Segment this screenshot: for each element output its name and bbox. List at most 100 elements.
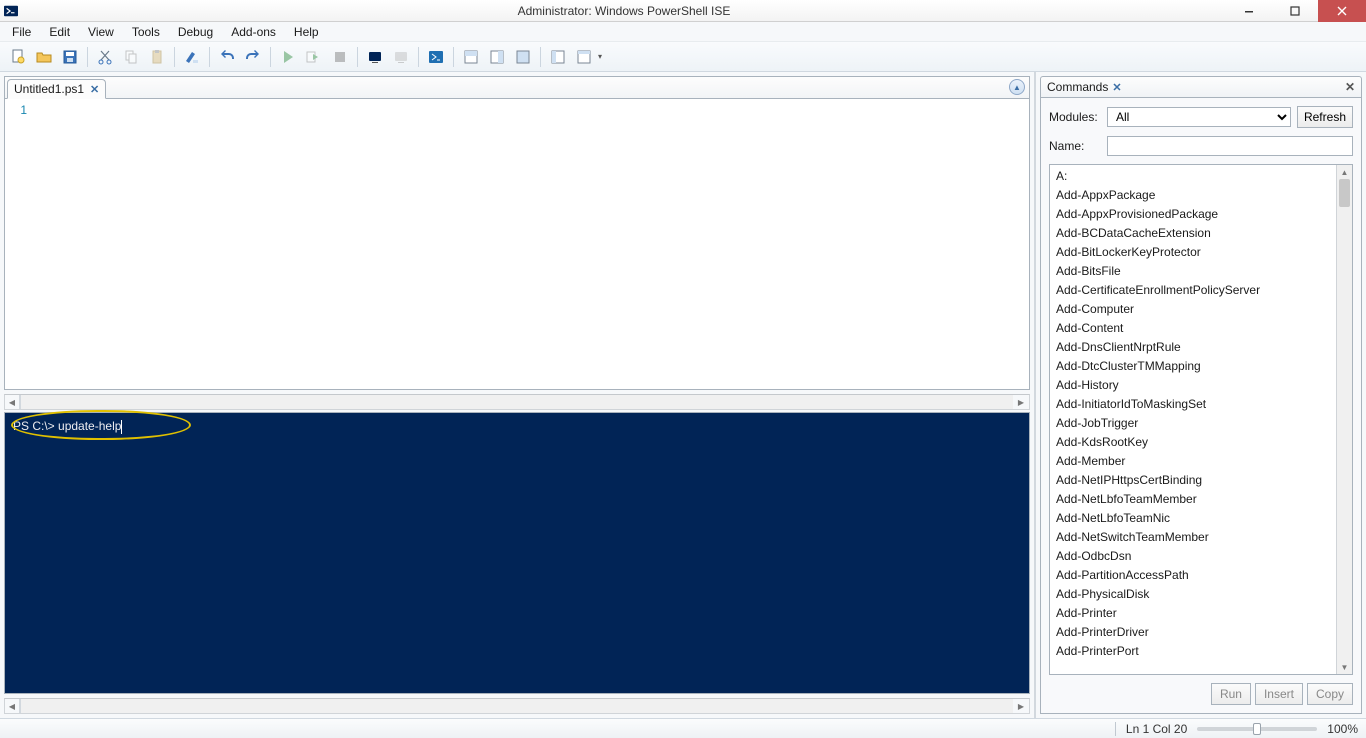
scroll-left-arrow[interactable]: ◀ bbox=[5, 699, 21, 713]
horizontal-scrollbar[interactable]: ◀ ▶ bbox=[4, 394, 1030, 410]
scrollbar-thumb[interactable] bbox=[1339, 179, 1350, 207]
name-row: Name: bbox=[1049, 136, 1353, 156]
menu-addons[interactable]: Add-ons bbox=[223, 23, 284, 41]
command-item[interactable]: Add-PhysicalDisk bbox=[1050, 585, 1336, 604]
powershell-tab-button[interactable] bbox=[424, 45, 448, 69]
show-command-addon-button[interactable] bbox=[546, 45, 570, 69]
app-icon bbox=[0, 0, 22, 22]
console-input[interactable]: update-help bbox=[58, 419, 121, 433]
run-script-button[interactable] bbox=[276, 45, 300, 69]
toolbar-separator bbox=[418, 47, 419, 67]
command-item[interactable]: Add-BitsFile bbox=[1050, 262, 1336, 281]
undo-button[interactable] bbox=[215, 45, 239, 69]
command-item[interactable]: Add-BitLockerKeyProtector bbox=[1050, 243, 1336, 262]
command-item[interactable]: Add-History bbox=[1050, 376, 1336, 395]
start-remote-button[interactable] bbox=[389, 45, 413, 69]
collapse-editor-button[interactable]: ▲ bbox=[1009, 79, 1025, 95]
zoom-slider[interactable] bbox=[1197, 727, 1317, 731]
minimize-button[interactable] bbox=[1226, 0, 1272, 22]
menu-view[interactable]: View bbox=[80, 23, 122, 41]
command-item[interactable]: Add-Printer bbox=[1050, 604, 1336, 623]
command-item[interactable]: Add-Member bbox=[1050, 452, 1336, 471]
menu-file[interactable]: File bbox=[4, 23, 39, 41]
close-icon[interactable]: ✕ bbox=[1112, 81, 1121, 94]
toolbar-separator bbox=[357, 47, 358, 67]
zoom-thumb[interactable] bbox=[1253, 723, 1261, 735]
show-command-window-button[interactable] bbox=[572, 45, 596, 69]
horizontal-scrollbar[interactable]: ◀ ▶ bbox=[4, 698, 1030, 714]
modules-label: Modules: bbox=[1049, 110, 1101, 124]
command-item[interactable]: Add-NetLbfoTeamNic bbox=[1050, 509, 1336, 528]
command-item[interactable]: Add-PartitionAccessPath bbox=[1050, 566, 1336, 585]
run-selection-button[interactable] bbox=[302, 45, 326, 69]
command-item[interactable]: Add-DtcClusterTMMapping bbox=[1050, 357, 1336, 376]
console-pane[interactable]: PS C:\> update-help bbox=[4, 412, 1030, 694]
toolbar-separator bbox=[453, 47, 454, 67]
command-item[interactable]: Add-PrinterPort bbox=[1050, 642, 1336, 661]
command-item[interactable]: Add-OdbcDsn bbox=[1050, 547, 1336, 566]
line-number: 1 bbox=[20, 103, 27, 117]
command-item[interactable]: Add-PrinterDriver bbox=[1050, 623, 1336, 642]
command-item[interactable]: Add-CertificateEnrollmentPolicyServer bbox=[1050, 281, 1336, 300]
copy-button[interactable]: Copy bbox=[1307, 683, 1353, 705]
command-item[interactable]: Add-AppxProvisionedPackage bbox=[1050, 205, 1336, 224]
scroll-right-arrow[interactable]: ▶ bbox=[1013, 699, 1029, 713]
run-button[interactable]: Run bbox=[1211, 683, 1251, 705]
window-title: Administrator: Windows PowerShell ISE bbox=[22, 4, 1226, 18]
scroll-down-arrow[interactable]: ▼ bbox=[1337, 661, 1352, 673]
scroll-up-arrow[interactable]: ▲ bbox=[1337, 166, 1352, 178]
copy-button[interactable] bbox=[119, 45, 143, 69]
command-item[interactable]: Add-KdsRootKey bbox=[1050, 433, 1336, 452]
editor-tab[interactable]: Untitled1.ps1 ✕ bbox=[7, 79, 106, 99]
menu-debug[interactable]: Debug bbox=[170, 23, 221, 41]
stop-button[interactable] bbox=[328, 45, 352, 69]
scroll-left-arrow[interactable]: ◀ bbox=[5, 395, 21, 409]
command-item[interactable]: Add-NetSwitchTeamMember bbox=[1050, 528, 1336, 547]
menu-tools[interactable]: Tools bbox=[124, 23, 168, 41]
show-script-pane-right-button[interactable] bbox=[485, 45, 509, 69]
toolbar-overflow[interactable]: ▾ bbox=[598, 52, 606, 61]
redo-button[interactable] bbox=[241, 45, 265, 69]
command-item[interactable]: Add-InitiatorIdToMaskingSet bbox=[1050, 395, 1336, 414]
cut-button[interactable] bbox=[93, 45, 117, 69]
window-buttons bbox=[1226, 0, 1366, 21]
close-icon[interactable]: ✕ bbox=[1345, 80, 1355, 94]
command-item[interactable]: Add-AppxPackage bbox=[1050, 186, 1336, 205]
refresh-button[interactable]: Refresh bbox=[1297, 106, 1353, 128]
command-item[interactable]: Add-Computer bbox=[1050, 300, 1336, 319]
clear-console-button[interactable] bbox=[180, 45, 204, 69]
editor-body[interactable]: 1 bbox=[5, 99, 1029, 389]
commands-list[interactable]: A:Add-AppxPackageAdd-AppxProvisionedPack… bbox=[1050, 165, 1336, 674]
open-file-button[interactable] bbox=[32, 45, 56, 69]
save-button[interactable] bbox=[58, 45, 82, 69]
toolbar-separator bbox=[209, 47, 210, 67]
maximize-button[interactable] bbox=[1272, 0, 1318, 22]
command-item[interactable]: Add-JobTrigger bbox=[1050, 414, 1336, 433]
menu-edit[interactable]: Edit bbox=[41, 23, 78, 41]
scroll-right-arrow[interactable]: ▶ bbox=[1013, 395, 1029, 409]
menu-help[interactable]: Help bbox=[286, 23, 327, 41]
modules-select[interactable]: All bbox=[1107, 107, 1291, 127]
command-item[interactable]: Add-NetLbfoTeamMember bbox=[1050, 490, 1336, 509]
show-script-pane-max-button[interactable] bbox=[511, 45, 535, 69]
toolbar-separator bbox=[540, 47, 541, 67]
title-bar: Administrator: Windows PowerShell ISE bbox=[0, 0, 1366, 22]
close-icon[interactable]: ✕ bbox=[90, 83, 99, 96]
code-area[interactable] bbox=[33, 99, 1029, 389]
command-item[interactable]: Add-NetIPHttpsCertBinding bbox=[1050, 471, 1336, 490]
name-input[interactable] bbox=[1107, 136, 1353, 156]
command-item[interactable]: Add-Content bbox=[1050, 319, 1336, 338]
new-remote-tab-button[interactable] bbox=[363, 45, 387, 69]
insert-button[interactable]: Insert bbox=[1255, 683, 1303, 705]
cursor-position: Ln 1 Col 20 bbox=[1126, 722, 1187, 736]
close-button[interactable] bbox=[1318, 0, 1366, 22]
command-item[interactable]: A: bbox=[1050, 167, 1336, 186]
commands-panel-header: Commands ✕ ✕ bbox=[1040, 76, 1362, 98]
console-prompt: PS C:\> bbox=[13, 419, 58, 433]
command-item[interactable]: Add-BCDataCacheExtension bbox=[1050, 224, 1336, 243]
command-item[interactable]: Add-DnsClientNrptRule bbox=[1050, 338, 1336, 357]
paste-button[interactable] bbox=[145, 45, 169, 69]
vertical-scrollbar[interactable]: ▲ ▼ bbox=[1336, 165, 1352, 674]
new-file-button[interactable] bbox=[6, 45, 30, 69]
show-script-pane-top-button[interactable] bbox=[459, 45, 483, 69]
